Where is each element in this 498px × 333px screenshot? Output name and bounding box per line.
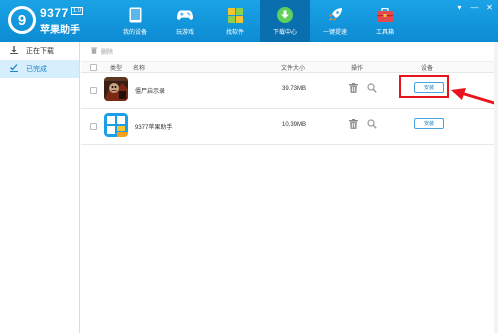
app-size: 39.73MB	[282, 86, 307, 92]
assistant-app-icon	[104, 113, 128, 137]
sidebar-item-completed[interactable]: 已完成	[0, 60, 79, 78]
trash-icon[interactable]	[349, 119, 358, 129]
app-logo: 9	[8, 6, 36, 34]
download-icon	[277, 7, 293, 23]
brand-number: 9377	[40, 6, 69, 20]
nav-speed-up[interactable]: 一键提速	[310, 0, 360, 42]
toolbox-icon	[377, 7, 393, 23]
nav-label: 工具箱	[375, 30, 394, 36]
nav-toolbox[interactable]: 工具箱	[360, 0, 410, 42]
delete-button[interactable]: 删除	[101, 47, 113, 56]
red-arrow-icon	[451, 88, 498, 106]
download-list-panel: 删除 类型 名称 文件大小 操作 设备 僵尸启示录 39.73MB 安装 937…	[81, 42, 498, 333]
check-icon	[10, 64, 20, 74]
table-row: 9377苹果助手 10.39MB 安装	[81, 109, 498, 145]
nav-label: 下载中心	[272, 30, 297, 36]
apps-grid-icon	[227, 7, 243, 23]
row-checkbox[interactable]	[90, 123, 97, 130]
select-all-checkbox[interactable]	[90, 64, 97, 71]
close-icon[interactable]: ✕	[485, 3, 494, 12]
search-icon[interactable]	[367, 83, 377, 93]
sidebar-item-label: 正在下载	[26, 48, 54, 55]
minimize-icon[interactable]: —	[470, 3, 479, 12]
tablet-icon	[127, 7, 143, 23]
app-size: 10.39MB	[282, 122, 307, 128]
trash-icon[interactable]	[349, 83, 358, 93]
version-badge: 1.0	[70, 7, 84, 15]
table-header: 类型 名称 文件大小 操作 设备	[81, 62, 498, 73]
nav-label: 找软件	[225, 30, 244, 36]
app-name: 9377苹果助手	[135, 125, 173, 131]
logo-glyph: 9	[17, 11, 27, 29]
gamepad-icon	[177, 7, 193, 23]
menu-dropdown-icon[interactable]: ▾	[455, 3, 464, 12]
row-checkbox[interactable]	[90, 87, 97, 94]
header-type: 类型	[110, 65, 123, 72]
nav-find-software[interactable]: 找软件	[210, 0, 260, 42]
search-icon[interactable]	[367, 119, 377, 129]
nav-my-devices[interactable]: 我的设备	[110, 0, 160, 42]
install-button[interactable]: 安装	[414, 118, 444, 129]
trash-icon	[91, 47, 97, 56]
top-header: 9 9377 1.0 苹果助手 我的设备 玩游戏 找软件 下载中心 一键提速 工…	[0, 0, 498, 42]
list-toolbar: 删除	[81, 42, 498, 62]
nav-label: 玩游戏	[175, 30, 194, 36]
sidebar: 正在下载 已完成	[0, 42, 80, 333]
nav-label: 我的设备	[122, 30, 147, 36]
header-size: 文件大小	[281, 65, 306, 72]
nav-download-center[interactable]: 下载中心	[260, 0, 310, 42]
brand: 9377 1.0 苹果助手	[40, 6, 84, 36]
header-operation: 操作	[351, 65, 364, 72]
download-icon	[10, 46, 20, 56]
nav-play-games[interactable]: 玩游戏	[160, 0, 210, 42]
nav-label: 一键提速	[322, 30, 347, 36]
rocket-icon	[327, 7, 343, 23]
zombie-game-app-icon	[104, 77, 128, 101]
scrollbar[interactable]	[494, 42, 498, 333]
header-device: 设备	[421, 65, 434, 72]
highlight-box	[399, 75, 449, 98]
brand-name: 苹果助手	[40, 25, 80, 36]
window-controls: ▾ — ✕	[455, 3, 494, 12]
header-name: 名称	[133, 65, 146, 72]
app-name: 僵尸启示录	[135, 89, 166, 95]
sidebar-item-label: 已完成	[26, 66, 47, 73]
main-nav: 我的设备 玩游戏 找软件 下载中心 一键提速 工具箱	[110, 0, 410, 42]
sidebar-item-downloading[interactable]: 正在下载	[0, 42, 79, 60]
